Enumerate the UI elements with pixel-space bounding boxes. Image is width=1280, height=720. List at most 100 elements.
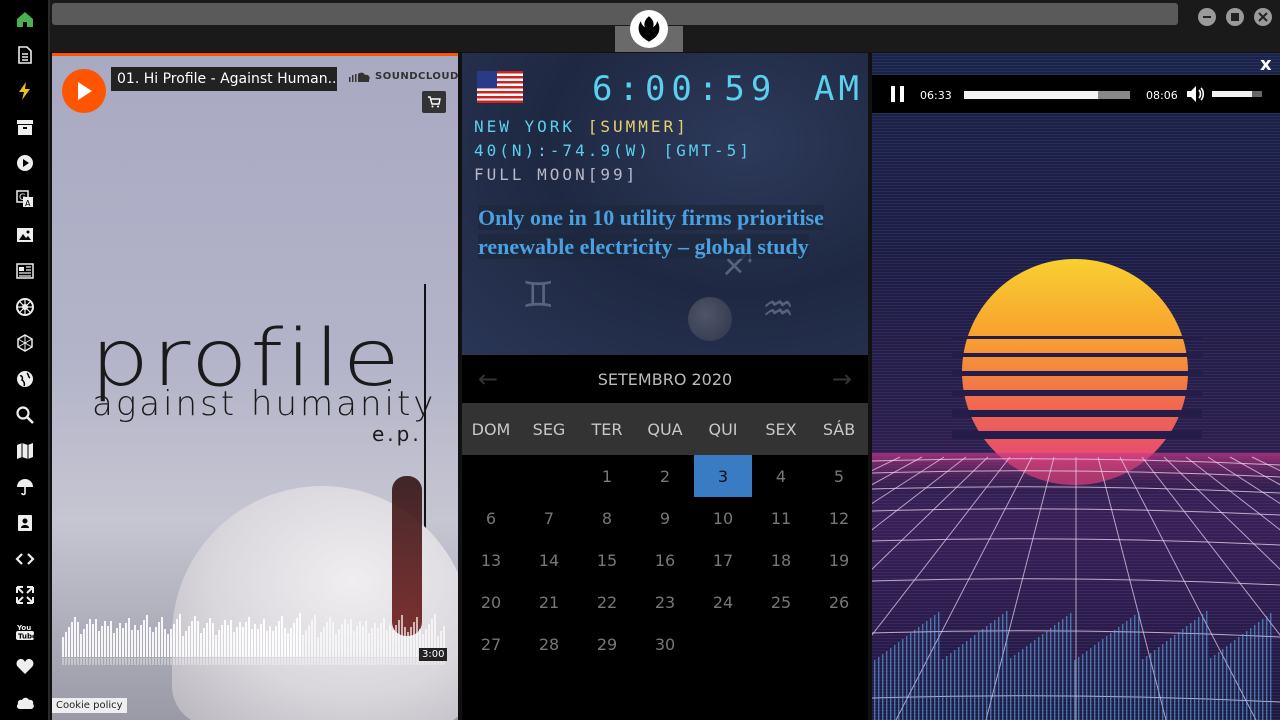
sidebar-umbrella-button[interactable]: [14, 476, 36, 498]
sidebar-translate-button[interactable]: GA: [14, 188, 36, 210]
calendar-empty-cell: [752, 623, 810, 665]
minimize-button[interactable]: [1198, 8, 1216, 26]
calendar-day[interactable]: 5: [810, 455, 868, 497]
address-bar[interactable]: [52, 3, 1178, 25]
soundcloud-logo[interactable]: SOUNDCLOUD: [349, 71, 458, 82]
clock-ampm: AM: [814, 69, 863, 109]
calendar-day[interactable]: 3: [694, 455, 752, 497]
maximize-button[interactable]: [1226, 8, 1244, 26]
weekday-label: SEX: [765, 419, 797, 439]
artwork-stain: [392, 476, 422, 636]
close-video-button[interactable]: x: [1260, 54, 1272, 75]
globe-icon: [17, 371, 33, 387]
calendar-day[interactable]: 27: [462, 623, 520, 665]
sun-stripe: [952, 353, 1202, 357]
weekday-label: SEG: [532, 419, 566, 439]
cart-icon: [428, 96, 441, 108]
sidebar-code-button[interactable]: [14, 548, 36, 570]
calendar-day[interactable]: 7: [520, 497, 578, 539]
calendar-empty-cell: [694, 623, 752, 665]
calendar-day[interactable]: 24: [694, 581, 752, 623]
calendar-day[interactable]: 25: [752, 581, 810, 623]
video-current-time: 06:33: [920, 89, 952, 102]
volume-icon: [1187, 86, 1205, 102]
zodiac-aquarius-icon: ♒: [762, 289, 795, 330]
calendar-week-row: 20 21 22 23 24 25 26: [462, 581, 868, 623]
play-button[interactable]: [62, 69, 106, 113]
calendar-day[interactable]: 13: [462, 539, 520, 581]
video-progress-bar[interactable]: [964, 91, 1130, 99]
play-circle-icon: [17, 155, 33, 171]
calendar-header: ← SETEMBRO 2020 →: [462, 355, 868, 403]
next-month-arrow-icon[interactable]: →: [832, 365, 852, 393]
volume-slider[interactable]: [1212, 91, 1262, 97]
calendar-day[interactable]: 22: [578, 581, 636, 623]
sidebar-document-button[interactable]: [14, 44, 36, 66]
calendar-day[interactable]: 14: [520, 539, 578, 581]
calendar-day[interactable]: 4: [752, 455, 810, 497]
sidebar-news-button[interactable]: [14, 260, 36, 282]
calendar-day[interactable]: 18: [752, 539, 810, 581]
news-headline[interactable]: Only one in 10 utility firms prioritise …: [478, 203, 858, 261]
search-icon: [16, 406, 34, 424]
calendar-day[interactable]: 17: [694, 539, 752, 581]
weekday-label: DOM: [471, 419, 511, 439]
news-headline-text[interactable]: Only one in 10 utility firms prioritise …: [478, 205, 824, 259]
sidebar-cloud-button[interactable]: [14, 692, 36, 714]
pause-button[interactable]: [890, 85, 906, 107]
svg-text:Tube: Tube: [18, 633, 35, 641]
calendar-day[interactable]: 21: [520, 581, 578, 623]
sidebar-home-button[interactable]: [14, 8, 36, 30]
prev-month-arrow-icon[interactable]: ←: [478, 365, 498, 393]
calendar-day[interactable]: 2: [636, 455, 694, 497]
calendar-day[interactable]: 12: [810, 497, 868, 539]
sidebar-heart-button[interactable]: [14, 656, 36, 678]
clock-time: 6:00:59: [592, 69, 778, 109]
heart-icon: [16, 659, 34, 674]
sidebar-hexagon-button[interactable]: [14, 332, 36, 354]
calendar-grid: 1 2 3 4 5 6 7 8 9 10 11 12 13 14 15 16 17 18 19 20 21 22 23 24 2…: [462, 455, 868, 665]
calendar-day[interactable]: 19: [810, 539, 868, 581]
volume-button[interactable]: [1186, 85, 1206, 107]
calendar-day[interactable]: 16: [636, 539, 694, 581]
calendar-day[interactable]: 8: [578, 497, 636, 539]
zodiac-gemini-icon: ♊: [522, 275, 555, 316]
sidebar-contact-card-button[interactable]: [14, 512, 36, 534]
sidebar-image-button[interactable]: [14, 224, 36, 246]
calendar-day[interactable]: 9: [636, 497, 694, 539]
cloud-icon: [16, 697, 34, 709]
calendar-day[interactable]: 23: [636, 581, 694, 623]
calendar-day[interactable]: 11: [752, 497, 810, 539]
calendar-day[interactable]: 28: [520, 623, 578, 665]
lightning-icon: [19, 82, 30, 100]
sidebar-play-circle-button[interactable]: [14, 152, 36, 174]
sidebar-archive-button[interactable]: [14, 116, 36, 138]
sidebar-empire-button[interactable]: [14, 296, 36, 318]
sidebar-expand-button[interactable]: [14, 584, 36, 606]
album-ep-art: e.p.: [372, 422, 422, 446]
calendar-day[interactable]: 10: [694, 497, 752, 539]
close-window-button[interactable]: [1254, 8, 1272, 26]
calendar-day[interactable]: 1: [578, 455, 636, 497]
calendar-day[interactable]: 6: [462, 497, 520, 539]
calendar-week-row: 6 7 8 9 10 11 12: [462, 497, 868, 539]
track-title[interactable]: 01. Hi Profile - Against Human...: [111, 67, 337, 91]
calendar-day[interactable]: 29: [578, 623, 636, 665]
sidebar-youtube-button[interactable]: You Tube: [14, 620, 36, 642]
sidebar-search-button[interactable]: [14, 404, 36, 426]
sidebar-map-button[interactable]: [14, 440, 36, 462]
cookie-policy-link[interactable]: Cookie policy: [52, 698, 127, 713]
buy-cart-button[interactable]: [422, 91, 446, 113]
world-clock-panel: ♊ ♐ ♒ 6:00:59 AM NEW YORK [SUMMER] 40(N)…: [462, 53, 868, 355]
sidebar-globe-button[interactable]: [14, 368, 36, 390]
calendar-day[interactable]: 20: [462, 581, 520, 623]
weekday-label: SÁB: [822, 419, 856, 439]
clock-coordinates: 40(N):-74.9(W) [GMT-5]: [474, 141, 752, 160]
calendar-day[interactable]: 26: [810, 581, 868, 623]
calendar-day[interactable]: 15: [578, 539, 636, 581]
pause-icon: [891, 86, 904, 102]
sidebar-lightning-button[interactable]: [14, 80, 36, 102]
calendar-day[interactable]: 30: [636, 623, 694, 665]
waveform[interactable]: [62, 613, 448, 665]
sun-stripe: [952, 336, 1202, 339]
